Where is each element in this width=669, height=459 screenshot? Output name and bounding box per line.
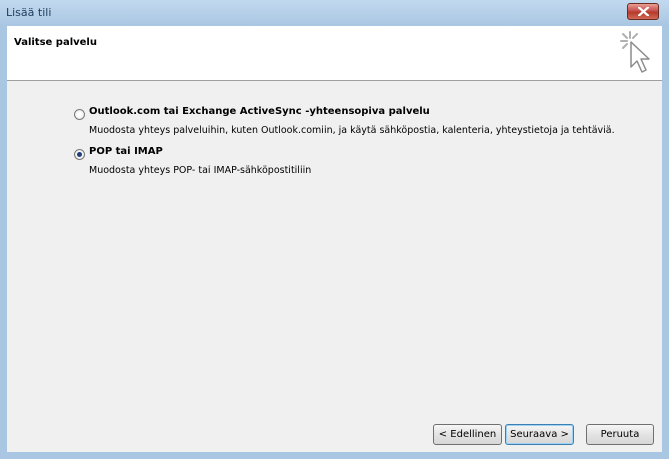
radio-outlook-exchange[interactable] xyxy=(74,109,85,120)
cursor-click-icon xyxy=(620,31,650,73)
option-label[interactable]: POP tai IMAP xyxy=(89,146,163,157)
title-bar[interactable]: Lisää tili xyxy=(0,0,669,26)
radio-pop-imap[interactable] xyxy=(74,149,85,160)
option-description: Muodosta yhteys POP- tai IMAP-sähköposti… xyxy=(89,165,312,176)
close-icon xyxy=(638,7,649,16)
next-button[interactable]: Seuraava > xyxy=(505,424,574,445)
dialog-client-area: Valitse palvelu Outlook.com tai Exchange… xyxy=(7,26,662,452)
close-button[interactable] xyxy=(627,3,659,20)
back-button[interactable]: < Edellinen xyxy=(433,424,502,445)
cancel-button[interactable]: Peruuta xyxy=(586,424,654,445)
window-title: Lisää tili xyxy=(6,6,52,19)
option-description: Muodosta yhteys palveluihin, kuten Outlo… xyxy=(89,125,615,136)
page-title: Valitse palvelu xyxy=(14,37,97,48)
option-label[interactable]: Outlook.com tai Exchange ActiveSync -yht… xyxy=(89,106,430,117)
add-account-window: Lisää tili Valitse palvelu Outlook.com t… xyxy=(0,0,669,459)
dialog-header: Valitse palvelu xyxy=(7,26,662,81)
